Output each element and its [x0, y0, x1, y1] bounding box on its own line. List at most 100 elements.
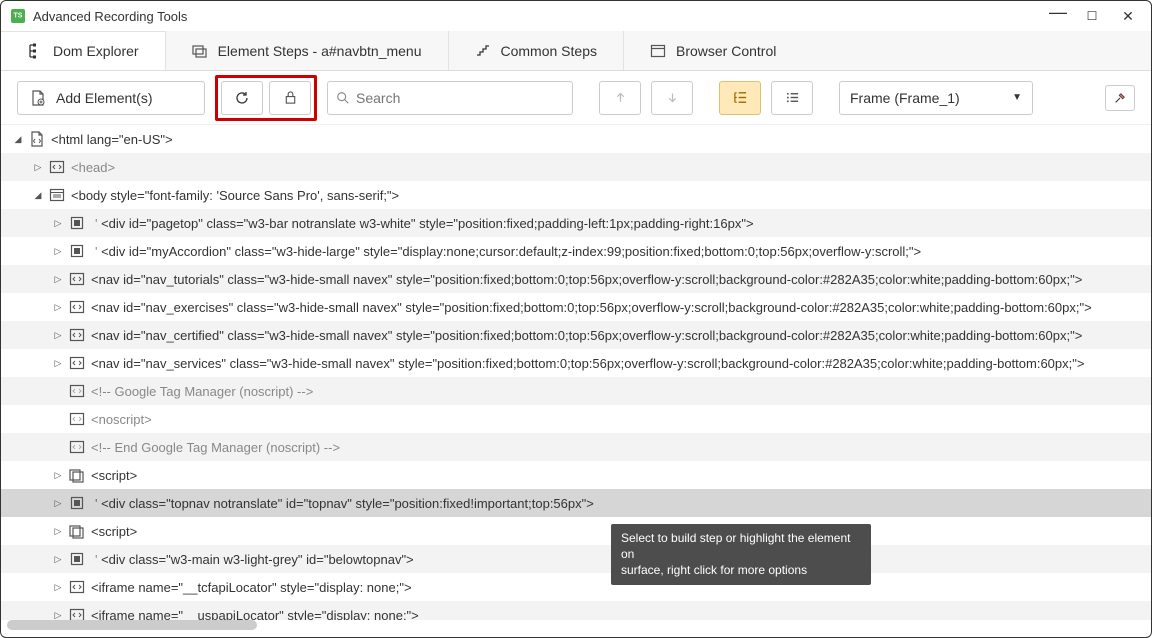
node-label: <iframe name="__tcfapiLocator" style="di… — [91, 580, 412, 595]
code-block-icon — [69, 327, 85, 343]
app-icon — [11, 9, 25, 23]
lock-button[interactable] — [269, 81, 311, 115]
div-icon — [69, 551, 85, 567]
script-icon — [69, 523, 85, 539]
close-button[interactable]: ✕ — [1121, 8, 1135, 25]
code-block-icon — [69, 271, 85, 287]
expand-toggle[interactable]: ▷ — [51, 554, 65, 565]
tree-row[interactable]: ▷ <iframe name="__uspapiLocator" style="… — [1, 601, 1151, 620]
tab-element-steps[interactable]: Element Steps - a#navbtn_menu — [166, 31, 449, 70]
node-label: <body style="font-family: 'Source Sans P… — [71, 188, 399, 203]
tree-list-icon — [733, 90, 748, 105]
tab-label: Browser Control — [676, 43, 776, 59]
expand-toggle[interactable]: ▷ — [51, 330, 65, 341]
expand-toggle[interactable]: ▷ — [51, 470, 65, 481]
collapse-toggle[interactable]: ◢ — [31, 190, 45, 201]
dom-tree[interactable]: ◢ <html lang="en-US"> ▷ <head> ◢ <body s… — [1, 125, 1151, 620]
tree-row[interactable]: ◢ <body style="font-family: 'Source Sans… — [1, 181, 1151, 209]
search-icon — [336, 91, 350, 105]
expand-toggle[interactable]: ▷ — [51, 358, 65, 369]
tree-row[interactable]: ◢ <html lang="en-US"> — [1, 125, 1151, 153]
flyout-button[interactable] — [1105, 85, 1135, 111]
tree-row[interactable]: ▷ <noscript> — [1, 405, 1151, 433]
expand-toggle[interactable]: ▷ — [51, 526, 65, 537]
code-block-icon — [69, 355, 85, 371]
div-icon — [69, 215, 85, 231]
add-elements-label: Add Element(s) — [56, 90, 152, 106]
tree-view-button[interactable] — [719, 81, 761, 115]
refresh-icon — [234, 90, 250, 106]
tree-row[interactable]: ▷ <nav id="nav_tutorials" class="w3-hide… — [1, 265, 1151, 293]
tree-row[interactable]: ▷ ' <div id="pagetop" class="w3-bar notr… — [1, 209, 1151, 237]
minimize-button[interactable]: ― — [1049, 2, 1063, 23]
tree-row[interactable]: ▷ <nav id="nav_certified" class="w3-hide… — [1, 321, 1151, 349]
pin-icon — [1113, 91, 1127, 105]
title-bar: Advanced Recording Tools ― ☐ ✕ — [1, 1, 1151, 31]
nav-down-button[interactable] — [651, 81, 693, 115]
tab-label: Common Steps — [501, 43, 597, 59]
search-input-wrapper[interactable] — [327, 81, 573, 115]
highlighted-toolbar-group — [215, 75, 317, 121]
tree-row[interactable]: ▷ <head> — [1, 153, 1151, 181]
tooltip-line: Select to build step or highlight the el… — [621, 530, 861, 562]
tree-row[interactable]: ▷ <nav id="nav_exercises" class="w3-hide… — [1, 293, 1151, 321]
expand-toggle[interactable]: ▷ — [31, 162, 45, 173]
expand-toggle[interactable]: ▷ — [51, 246, 65, 257]
node-label: <html lang="en-US"> — [51, 132, 173, 147]
node-label: <nav id="nav_tutorials" class="w3-hide-s… — [91, 272, 1082, 287]
add-file-icon — [30, 90, 46, 106]
tooltip: Select to build step or highlight the el… — [611, 524, 871, 585]
expand-toggle[interactable]: ▷ — [51, 274, 65, 285]
node-label: <nav id="nav_certified" class="w3-hide-s… — [91, 328, 1082, 343]
tree-row[interactable]: ▷ ' <div class="w3-main w3-light-grey" i… — [1, 545, 1151, 573]
chevron-down-icon: ▼ — [1012, 92, 1022, 103]
refresh-button[interactable] — [221, 81, 263, 115]
flat-list-button[interactable] — [771, 81, 813, 115]
expand-toggle[interactable]: ▷ — [51, 302, 65, 313]
add-elements-button[interactable]: Add Element(s) — [17, 81, 205, 115]
search-field[interactable] — [356, 90, 564, 106]
node-label: <div id="pagetop" class="w3-bar notransl… — [101, 216, 753, 231]
steps-icon — [475, 43, 491, 59]
horizontal-scrollbar[interactable] — [7, 619, 1145, 631]
tree-row[interactable]: ▷ ' <div id="myAccordion" class="w3-hide… — [1, 237, 1151, 265]
node-label: <div class="w3-main w3-light-grey" id="b… — [101, 552, 414, 567]
code-block-icon — [69, 439, 85, 455]
expand-toggle[interactable]: ▷ — [51, 582, 65, 593]
code-block-icon — [69, 411, 85, 427]
expand-toggle[interactable]: ▷ — [51, 218, 65, 229]
node-label: <nav id="nav_services" class="w3-hide-sm… — [91, 356, 1084, 371]
html-file-icon — [29, 131, 45, 147]
tab-browser-control[interactable]: Browser Control — [624, 31, 802, 70]
code-block-icon — [69, 299, 85, 315]
list-icon — [785, 90, 800, 105]
window-controls: ― ☐ ✕ — [1049, 6, 1141, 27]
collapse-toggle[interactable]: ◢ — [11, 134, 25, 145]
window-title: Advanced Recording Tools — [33, 9, 187, 24]
node-label: <div id="myAccordion" class="w3-hide-lar… — [101, 244, 921, 259]
browser-icon — [650, 43, 666, 59]
arrow-up-icon — [614, 91, 627, 104]
frame-select-label: Frame (Frame_1) — [850, 90, 960, 106]
tree-row[interactable]: ▷ <!-- End Google Tag Manager (noscript)… — [1, 433, 1151, 461]
tab-dom-explorer[interactable]: Dom Explorer — [1, 31, 166, 70]
node-label: <!-- End Google Tag Manager (noscript) -… — [91, 440, 340, 455]
node-label: <div class="topnav notranslate" id="topn… — [101, 496, 594, 511]
frame-select[interactable]: Frame (Frame_1) ▼ — [839, 81, 1033, 115]
main-tabs: Dom Explorer Element Steps - a#navbtn_me… — [1, 31, 1151, 71]
tree-row[interactable]: ▷ <iframe name="__tcfapiLocator" style="… — [1, 573, 1151, 601]
tree-row[interactable]: ▷ <nav id="nav_services" class="w3-hide-… — [1, 349, 1151, 377]
nav-up-button[interactable] — [599, 81, 641, 115]
node-label: <script> — [91, 524, 137, 539]
maximize-button[interactable]: ☐ — [1085, 9, 1099, 23]
window-stack-icon — [192, 43, 208, 59]
code-block-icon — [49, 159, 65, 175]
tree-row[interactable]: ▷ <!-- Google Tag Manager (noscript) --> — [1, 377, 1151, 405]
expand-toggle[interactable]: ▷ — [51, 498, 65, 509]
tree-row[interactable]: ▷ <script> — [1, 461, 1151, 489]
scroll-thumb[interactable] — [7, 620, 257, 630]
tab-common-steps[interactable]: Common Steps — [449, 31, 624, 70]
code-block-icon — [69, 579, 85, 595]
tree-row-selected[interactable]: ▷ ' <div class="topnav notranslate" id="… — [1, 489, 1151, 517]
tree-row[interactable]: ▷ <script> — [1, 517, 1151, 545]
